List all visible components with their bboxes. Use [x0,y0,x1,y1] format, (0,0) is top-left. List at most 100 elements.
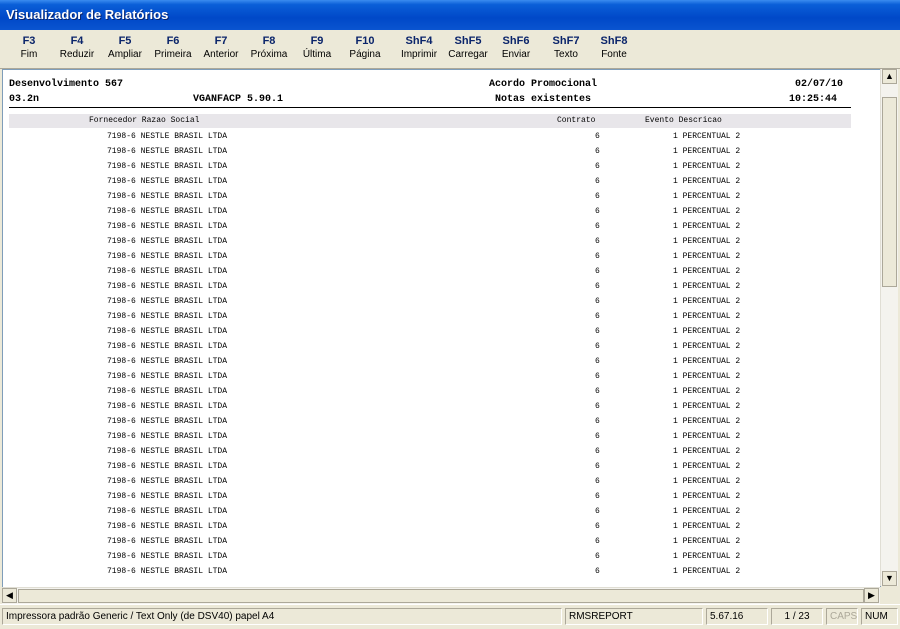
table-row: 7198-6 NESTLE BRASIL LTDA 6 1 PERCENTUAL 2 [3,429,880,444]
toolbar-label: Fonte [601,49,627,60]
cell-supplier: 7198-6 NESTLE BRASIL LTDA [107,237,228,246]
toolbar-label: Texto [554,49,578,60]
status-report-name: RMSREPORT [565,608,703,625]
toolbar-label: Ampliar [108,49,142,60]
toolbar-key: ShF5 [454,35,482,47]
toolbar-button-ampliar[interactable]: F5 Ampliar [101,32,149,66]
status-caps: CAPS [826,608,858,625]
table-row: 7198-6 NESTLE BRASIL LTDA 6 1 PERCENTUAL 2 [3,384,880,399]
cell-contract: 6 [595,192,600,201]
toolbar-button-enviar[interactable]: ShF6 Enviar [492,32,540,66]
cell-event: 1 PERCENTUAL 2 [673,177,741,186]
cell-contract: 6 [595,282,600,291]
cell-event: 1 PERCENTUAL 2 [673,267,741,276]
cell-event: 1 PERCENTUAL 2 [673,207,741,216]
cell-supplier: 7198-6 NESTLE BRASIL LTDA [107,492,228,501]
cell-event: 1 PERCENTUAL 2 [673,327,741,336]
cell-supplier: 7198-6 NESTLE BRASIL LTDA [107,252,228,261]
cell-contract: 6 [595,552,600,561]
cell-contract: 6 [595,537,600,546]
toolbar-key: F6 [166,35,180,47]
cell-contract: 6 [595,477,600,486]
table-row: 7198-6 NESTLE BRASIL LTDA 6 1 PERCENTUAL 2 [3,219,880,234]
cell-event: 1 PERCENTUAL 2 [673,192,741,201]
toolbar-button-reduzir[interactable]: F4 Reduzir [53,32,101,66]
toolbar-key: F8 [262,35,276,47]
toolbar-button-ultima[interactable]: F9 Última [293,32,341,66]
toolbar-button-anterior[interactable]: F7 Anterior [197,32,245,66]
toolbar-label: Próxima [250,49,288,60]
cell-supplier: 7198-6 NESTLE BRASIL LTDA [107,372,228,381]
cell-supplier: 7198-6 NESTLE BRASIL LTDA [107,417,228,426]
column-header-event: Evento Descricao [645,116,722,125]
cell-event: 1 PERCENTUAL 2 [673,147,741,156]
toolbar-button-fim[interactable]: F3 Fim [5,32,53,66]
cell-contract: 6 [595,312,600,321]
cell-supplier: 7198-6 NESTLE BRASIL LTDA [107,357,228,366]
horizontal-scrollbar[interactable]: ◀ ▶ [2,587,880,604]
toolbar-label: Última [302,49,332,60]
report-program: VGANFACP 5.90.1 [193,94,284,105]
cell-event: 1 PERCENTUAL 2 [673,447,741,456]
cell-event: 1 PERCENTUAL 2 [673,432,741,441]
table-row: 7198-6 NESTLE BRASIL LTDA 6 1 PERCENTUAL 2 [3,549,880,564]
status-num: NUM [861,608,898,625]
cell-supplier: 7198-6 NESTLE BRASIL LTDA [107,222,228,231]
status-printer: Impressora padrão Generic / Text Only (d… [2,608,562,625]
cell-event: 1 PERCENTUAL 2 [673,162,741,171]
toolbar-button-imprimir[interactable]: ShF4 Imprimir [395,32,443,66]
scrollbar-corner [880,587,897,603]
table-row: 7198-6 NESTLE BRASIL LTDA 6 1 PERCENTUAL 2 [3,204,880,219]
window-titlebar[interactable]: Visualizador de Relatórios [0,0,900,30]
down-arrow-icon[interactable]: ▼ [882,571,897,586]
column-header-bar: Fornecedor Razao Social Contrato Evento … [9,114,851,128]
vertical-scroll-thumb[interactable] [882,97,897,287]
toolbar-button-pagina[interactable]: F10 Página [341,32,389,66]
report-viewer[interactable]: Desenvolvimento 567 03.2n VGANFACP 5.90.… [2,69,881,588]
vertical-scrollbar[interactable]: ▲ ▼ [880,69,898,586]
column-header-contract: Contrato [557,116,596,125]
table-row: 7198-6 NESTLE BRASIL LTDA 6 1 PERCENTUAL 2 [3,504,880,519]
cell-contract: 6 [595,207,600,216]
toolbar-button-fonte[interactable]: ShF8 Fonte [590,32,638,66]
cell-supplier: 7198-6 NESTLE BRASIL LTDA [107,177,228,186]
up-arrow-icon[interactable]: ▲ [882,69,897,84]
right-arrow-icon[interactable]: ▶ [864,588,879,603]
cell-event: 1 PERCENTUAL 2 [673,372,741,381]
cell-contract: 6 [595,417,600,426]
report-page: Desenvolvimento 567 03.2n VGANFACP 5.90.… [3,70,880,587]
toolbar-key: F5 [118,35,132,47]
toolbar-button-texto[interactable]: ShF7 Texto [542,32,590,66]
left-arrow-icon[interactable]: ◀ [2,588,17,603]
cell-supplier: 7198-6 NESTLE BRASIL LTDA [107,387,228,396]
cell-contract: 6 [595,402,600,411]
table-row: 7198-6 NESTLE BRASIL LTDA 6 1 PERCENTUAL 2 [3,354,880,369]
cell-event: 1 PERCENTUAL 2 [673,357,741,366]
report-version-code: 03.2n [9,94,40,105]
cell-supplier: 7198-6 NESTLE BRASIL LTDA [107,282,228,291]
cell-supplier: 7198-6 NESTLE BRASIL LTDA [107,432,228,441]
cell-contract: 6 [595,507,600,516]
cell-supplier: 7198-6 NESTLE BRASIL LTDA [107,402,228,411]
toolbar-button-proxima[interactable]: F8 Próxima [245,32,293,66]
toolbar-button-primeira[interactable]: F6 Primeira [149,32,197,66]
toolbar-button-carregar[interactable]: ShF5 Carregar [444,32,492,66]
table-row: 7198-6 NESTLE BRASIL LTDA 6 1 PERCENTUAL 2 [3,519,880,534]
table-row: 7198-6 NESTLE BRASIL LTDA 6 1 PERCENTUAL 2 [3,564,880,579]
toolbar-key: ShF6 [502,35,530,47]
cell-supplier: 7198-6 NESTLE BRASIL LTDA [107,162,228,171]
cell-event: 1 PERCENTUAL 2 [673,132,741,141]
table-row: 7198-6 NESTLE BRASIL LTDA 6 1 PERCENTUAL 2 [3,249,880,264]
cell-supplier: 7198-6 NESTLE BRASIL LTDA [107,207,228,216]
toolbar-label: Primeira [154,49,192,60]
cell-event: 1 PERCENTUAL 2 [673,222,741,231]
cell-supplier: 7198-6 NESTLE BRASIL LTDA [107,192,228,201]
toolbar-key: F7 [214,35,228,47]
cell-event: 1 PERCENTUAL 2 [673,477,741,486]
table-row: 7198-6 NESTLE BRASIL LTDA 6 1 PERCENTUAL 2 [3,279,880,294]
table-row: 7198-6 NESTLE BRASIL LTDA 6 1 PERCENTUAL 2 [3,324,880,339]
toolbar-label: Fim [20,49,38,60]
horizontal-scroll-thumb[interactable] [18,589,864,603]
window-title: Visualizador de Relatórios [6,7,169,22]
cell-contract: 6 [595,132,600,141]
